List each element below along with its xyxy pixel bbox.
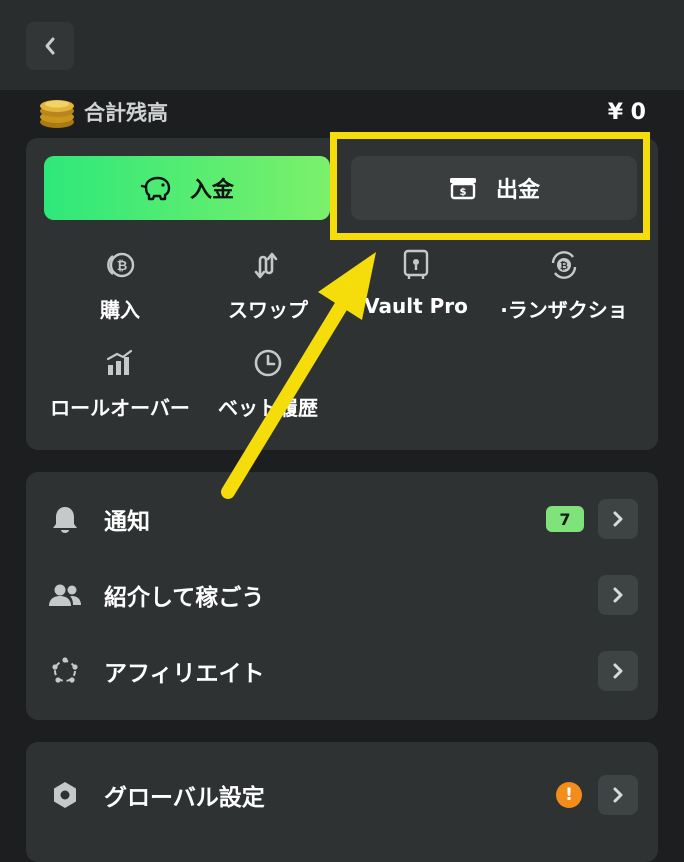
quick-link-bet-history[interactable]: ベット履歴 [190,346,346,421]
affiliate-chevron-button[interactable] [598,651,638,691]
quick-link-label: ロールオーバー [50,396,190,420]
quick-link-vault-pro[interactable]: Vault Pro [338,248,494,318]
withdraw-highlight-frame [330,132,650,240]
quick-link-label: ·ランザクショ [500,298,628,322]
menu-item-global-settings[interactable]: グローバル設定 ! [26,760,658,830]
referral-chevron-button[interactable] [598,575,638,615]
piggy-bank-icon [140,175,172,201]
quick-link-label: スワップ [228,298,308,322]
global-settings-label: グローバル設定 [104,785,265,811]
menu-card: 通知 7 紹介して稼ごう アフィリエイト [26,472,658,720]
chevron-right-icon [613,587,623,603]
quick-link-transactions[interactable]: ₿ ·ランザクショ [486,248,642,323]
chevron-right-icon [613,511,623,527]
chevron-left-icon [45,37,55,55]
menu-item-referral[interactable]: 紹介して稼ごう [26,560,658,630]
transactions-icon: ₿ [486,248,642,282]
notification-count-badge: 7 [546,506,584,532]
chevron-right-icon [613,663,623,679]
affiliate-ring-icon [48,654,82,688]
menu-item-affiliate[interactable]: アフィリエイト [26,636,658,706]
deposit-label: 入金 [189,178,234,203]
settings-card: グローバル設定 ! [26,742,658,862]
quick-link-label: 購入 [100,298,140,322]
deposit-button[interactable]: 入金 [44,156,330,220]
swap-arrows-icon [190,248,346,282]
coin-stack-icon [40,100,74,128]
clock-icon [190,346,346,380]
menu-item-notifications[interactable]: 通知 7 [26,484,658,554]
total-balance-value: ¥ 0 [607,99,646,125]
chevron-right-icon [613,787,623,803]
referral-label: 紹介して稼ごう [104,585,265,611]
hexagon-settings-icon [48,778,82,812]
quick-link-label: Vault Pro [364,294,468,318]
svg-text:₿: ₿ [117,259,128,274]
bitcoin-coins-icon: ₿ [42,248,198,282]
quick-link-swap[interactable]: スワップ [190,248,346,323]
quick-link-rollover[interactable]: ロールオーバー [42,346,198,421]
affiliate-label: アフィリエイト [104,661,265,687]
notifications-chevron-button[interactable] [598,499,638,539]
vault-icon [338,248,494,282]
bell-icon [48,502,82,536]
svg-text:₿: ₿ [560,260,568,272]
back-button[interactable] [26,22,74,70]
warning-badge: ! [556,782,582,808]
quick-link-label: ベット履歴 [218,396,318,420]
quick-link-buy[interactable]: ₿ 購入 [42,248,198,323]
total-balance-label: 合計残高 [84,101,168,125]
users-icon [48,578,82,612]
notifications-label: 通知 [104,509,150,535]
top-bar [0,0,684,90]
balance-row: 合計残高 ¥ 0 [38,94,646,130]
global-settings-chevron-button[interactable] [598,775,638,815]
bar-chart-icon [42,346,198,380]
